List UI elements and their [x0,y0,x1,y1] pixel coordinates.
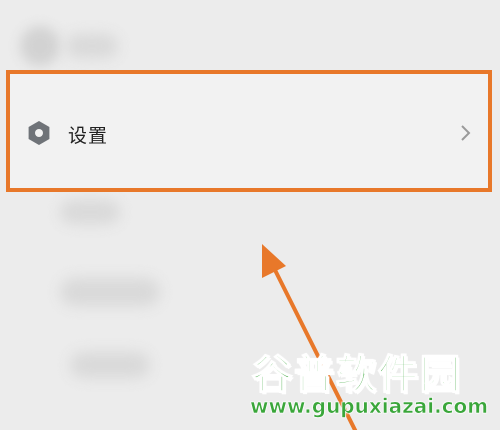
watermark-url: www.gupuxiazai.com [250,394,489,419]
watermark-title: 谷普软件园 [251,351,462,399]
watermark: 谷普软件园 www.gupuxiazai.com [248,342,496,426]
